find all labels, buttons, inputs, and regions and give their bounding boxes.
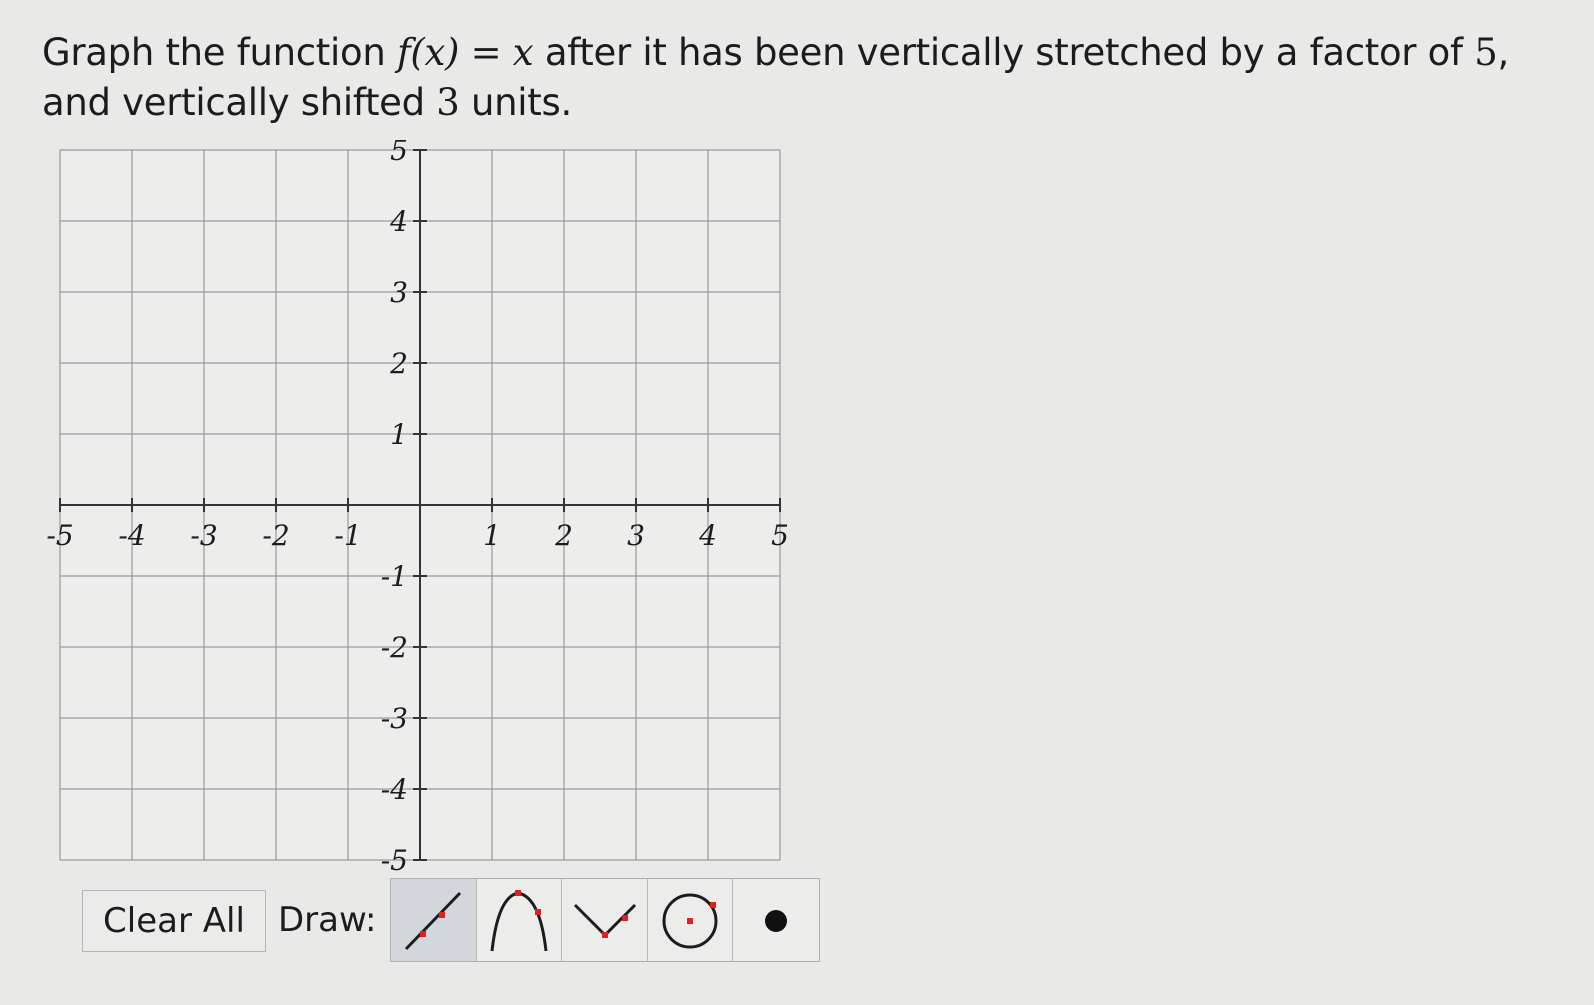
y-tick-label: 2 [389, 347, 408, 380]
absolute-value-tool-button[interactable] [562, 879, 648, 961]
shift-amount: 3 [436, 81, 460, 124]
graph-area[interactable]: -5 -4 -3 -2 -1 1 2 3 4 5 5 4 3 2 1 -1 -2 -3 -4 -5 [40, 140, 800, 880]
stretch-factor: 5 [1474, 31, 1498, 74]
point-tool-button[interactable] [733, 879, 819, 961]
x-tick-label: 1 [483, 519, 501, 552]
x-tick-label: 5 [771, 519, 789, 552]
y-tick-label: 4 [389, 205, 408, 238]
y-tick-label: 1 [390, 418, 408, 451]
absolute-value-tool-icon [574, 903, 637, 938]
x-tick-label: 3 [627, 519, 645, 552]
question-suffix: units. [459, 81, 572, 124]
draw-label: Draw: [278, 900, 377, 940]
x-tick-label: 2 [554, 519, 573, 552]
question-text: Graph the function f(x) = x after it has… [42, 28, 1562, 128]
parabola-down-tool-icon [490, 890, 548, 952]
y-tick-label: 3 [390, 276, 408, 309]
y-tick-label: 5 [390, 140, 408, 167]
question-prefix: Graph the function [42, 31, 397, 74]
x-tick-label: -2 [262, 519, 289, 552]
line-tool-icon [405, 891, 462, 951]
y-tick-label: -5 [381, 844, 408, 877]
clear-all-button[interactable]: Clear All [82, 890, 266, 952]
circle-tool-icon [662, 893, 718, 949]
y-tick-label: -2 [381, 631, 408, 664]
circle-tool-button[interactable] [648, 879, 734, 961]
x-tick-label: 4 [698, 519, 717, 552]
function-expression: f(x) = x [396, 31, 534, 74]
y-tick-label: -3 [381, 702, 408, 735]
x-tick-label: -1 [334, 519, 361, 552]
point-tool-icon [765, 910, 788, 932]
draw-toolbar [390, 878, 820, 962]
x-tick-label: -5 [46, 519, 73, 552]
x-tick-label: -4 [118, 519, 145, 552]
line-tool-button[interactable] [391, 879, 477, 961]
x-tick-label: -3 [190, 519, 217, 552]
coordinate-plane[interactable]: -5 -4 -3 -2 -1 1 2 3 4 5 5 4 3 2 1 -1 -2 -3 -4 -5 [40, 140, 800, 880]
y-tick-label: -1 [381, 560, 408, 593]
parabola-tool-button[interactable] [477, 879, 563, 961]
y-tick-label: -4 [381, 773, 408, 806]
question-middle: after it has been vertically stretched b… [533, 31, 1475, 74]
